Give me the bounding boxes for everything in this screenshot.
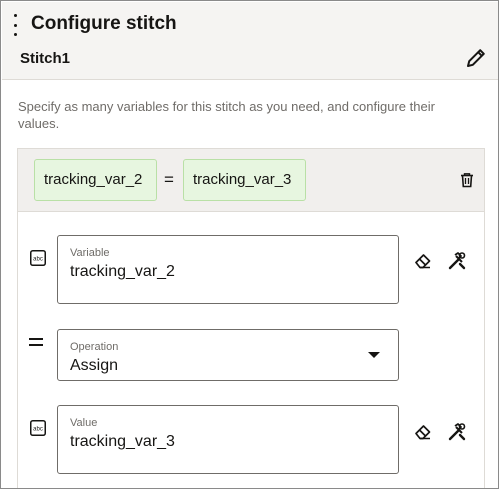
variable-field-value: tracking_var_2	[70, 263, 175, 280]
value-field[interactable]: Value tracking_var_3	[57, 405, 399, 474]
page-title: Configure stitch	[31, 13, 177, 34]
operation-field-label: Operation	[70, 341, 119, 353]
delete-assignment-button[interactable]	[458, 171, 476, 189]
variable-field-label: Variable	[70, 247, 110, 259]
edit-stitch-button[interactable]	[464, 46, 488, 70]
configure-stitch-panel: Configure stitch Stitch1 Specify as many…	[0, 0, 499, 489]
operation-select[interactable]: Operation Assign	[57, 329, 399, 381]
kebab-menu-icon[interactable]	[10, 14, 20, 36]
summary-target-chip[interactable]: tracking_var_2	[34, 159, 157, 201]
stitch-name: Stitch1	[20, 50, 71, 67]
eraser-icon	[415, 254, 431, 269]
tools-icon	[448, 252, 466, 270]
svg-text:abc: abc	[33, 427, 43, 433]
svg-text:abc: abc	[33, 257, 43, 263]
equals-icon	[29, 338, 43, 348]
chevron-down-icon	[368, 352, 380, 358]
abc-type-icon: abc	[30, 420, 46, 436]
map-variable-button[interactable]	[447, 251, 467, 271]
trash-icon	[461, 173, 473, 188]
value-field-value: tracking_var_3	[70, 433, 175, 450]
operation-field-value: Assign	[70, 357, 119, 374]
summary-equals: =	[164, 170, 174, 189]
map-value-button[interactable]	[447, 422, 467, 442]
clear-value-button[interactable]	[413, 422, 433, 442]
eraser-icon	[415, 425, 431, 440]
stitch-description: Specify as many variables for this stitc…	[18, 99, 435, 131]
assignment-summary: tracking_var_2 = tracking_var_3	[18, 149, 484, 212]
summary-source-chip[interactable]: tracking_var_3	[183, 159, 306, 201]
abc-type-icon: abc	[30, 250, 46, 266]
value-field-label: Value	[70, 417, 98, 429]
variable-field[interactable]: Variable tracking_var_2	[57, 235, 399, 304]
pencil-icon	[467, 49, 485, 67]
variable-assignment-card: tracking_var_2 = tracking_var_3 abc Vari…	[17, 148, 485, 488]
tools-icon	[448, 423, 466, 441]
panel-header: Configure stitch Stitch1	[2, 2, 498, 80]
clear-variable-button[interactable]	[413, 251, 433, 271]
